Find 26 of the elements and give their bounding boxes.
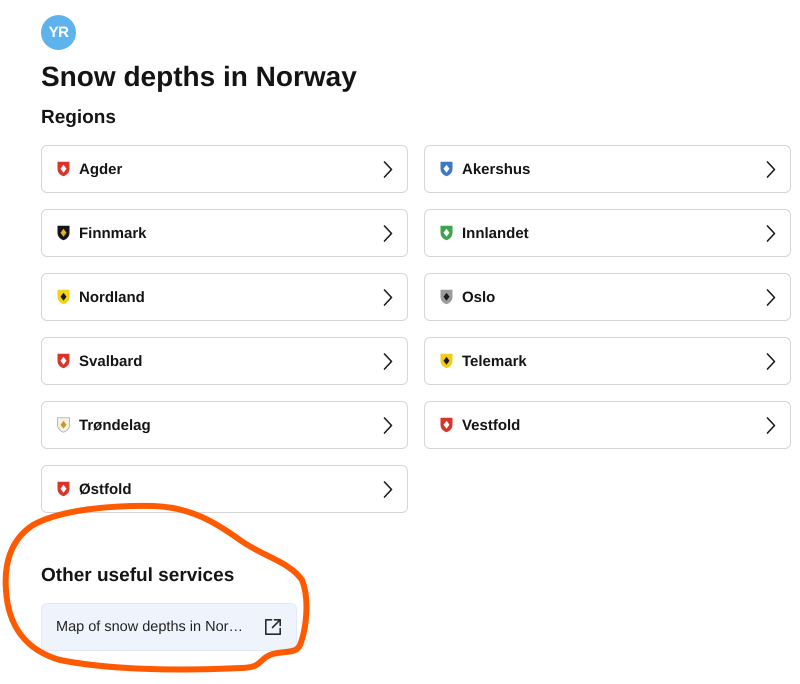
section-heading: Other useful services [41, 564, 234, 588]
chevron-right-icon [766, 352, 776, 370]
region-link[interactable]: Vestfold [424, 401, 791, 449]
service-link[interactable]: Map of snow depths in Nor… [41, 603, 297, 651]
chevron-right-icon [383, 352, 393, 370]
chevron-right-icon [383, 288, 393, 306]
region-link[interactable]: Finnmark [41, 209, 408, 257]
region-link[interactable]: Trøndelag [41, 401, 408, 449]
region-link[interactable]: Akershus [424, 145, 791, 193]
chevron-right-icon [383, 224, 393, 242]
chevron-right-icon [766, 224, 776, 242]
chevron-right-icon [766, 288, 776, 306]
chevron-right-icon [383, 160, 393, 178]
region-link[interactable]: Innlandet [424, 209, 791, 257]
chevron-right-icon [766, 416, 776, 434]
region-link[interactable]: Agder [41, 145, 408, 193]
region-link[interactable]: Nordland [41, 273, 408, 321]
chevron-right-icon [383, 416, 393, 434]
chevron-right-icon [383, 480, 393, 498]
region-link[interactable]: Svalbard [41, 337, 408, 385]
region-link[interactable]: Østfold [41, 465, 408, 513]
region-link[interactable]: Telemark [424, 337, 791, 385]
chevron-right-icon [766, 160, 776, 178]
section-heading: Regions [41, 106, 116, 130]
region-link[interactable]: Oslo [424, 273, 791, 321]
page-title: Snow depths in Norway [41, 60, 358, 94]
